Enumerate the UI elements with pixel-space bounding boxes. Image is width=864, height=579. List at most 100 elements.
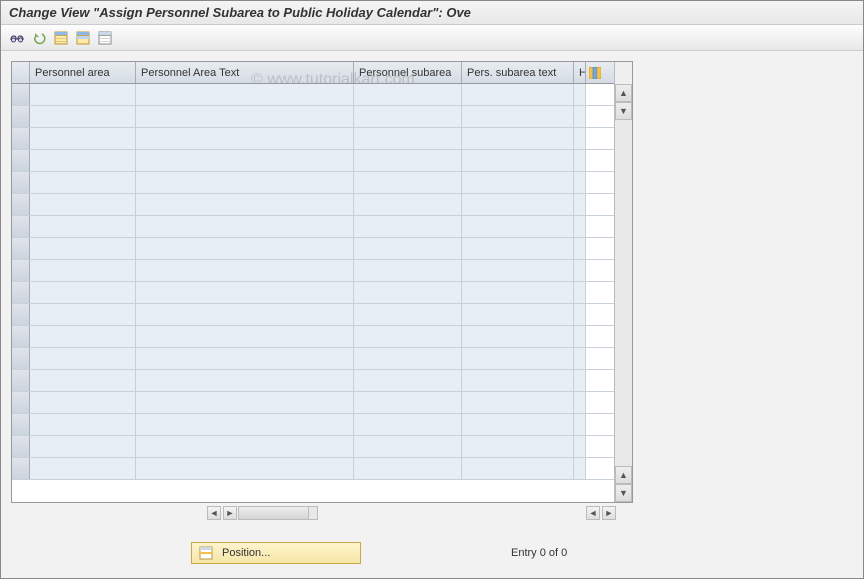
cell-h[interactable] xyxy=(574,436,586,457)
cell-pers-subarea-text[interactable] xyxy=(462,84,574,105)
row-selector[interactable] xyxy=(12,282,30,303)
cell-personnel-area[interactable] xyxy=(30,348,136,369)
cell-pers-subarea-text[interactable] xyxy=(462,172,574,193)
cell-h[interactable] xyxy=(574,348,586,369)
cell-personnel-subarea[interactable] xyxy=(354,392,462,413)
cell-personnel-area-text[interactable] xyxy=(136,238,354,259)
cell-h[interactable] xyxy=(574,370,586,391)
cell-h[interactable] xyxy=(574,260,586,281)
cell-personnel-subarea[interactable] xyxy=(354,128,462,149)
table-row[interactable] xyxy=(12,106,614,128)
cell-personnel-area-text[interactable] xyxy=(136,128,354,149)
cell-pers-subarea-text[interactable] xyxy=(462,150,574,171)
cell-pers-subarea-text[interactable] xyxy=(462,106,574,127)
cell-personnel-subarea[interactable] xyxy=(354,304,462,325)
row-selector[interactable] xyxy=(12,304,30,325)
scroll-up-button[interactable]: ▲ xyxy=(615,84,632,102)
table-row[interactable] xyxy=(12,260,614,282)
undo-button[interactable] xyxy=(29,28,49,48)
cell-personnel-area[interactable] xyxy=(30,150,136,171)
table-row[interactable] xyxy=(12,414,614,436)
hscroll-thumb[interactable] xyxy=(239,507,309,519)
cell-personnel-area[interactable] xyxy=(30,238,136,259)
table-row[interactable] xyxy=(12,436,614,458)
cell-h[interactable] xyxy=(574,84,586,105)
table-config-button[interactable] xyxy=(586,62,604,83)
table-row[interactable] xyxy=(12,172,614,194)
position-button[interactable]: Position... xyxy=(191,542,361,564)
cell-personnel-subarea[interactable] xyxy=(354,84,462,105)
cell-personnel-area-text[interactable] xyxy=(136,260,354,281)
cell-h[interactable] xyxy=(574,392,586,413)
scroll-right-button[interactable]: ► xyxy=(223,506,237,520)
cell-personnel-area-text[interactable] xyxy=(136,348,354,369)
cell-personnel-area-text[interactable] xyxy=(136,436,354,457)
cell-personnel-subarea[interactable] xyxy=(354,172,462,193)
cell-personnel-area-text[interactable] xyxy=(136,282,354,303)
cell-personnel-subarea[interactable] xyxy=(354,260,462,281)
row-selector[interactable] xyxy=(12,172,30,193)
scroll-down-button-2[interactable]: ▼ xyxy=(615,484,632,502)
cell-personnel-area-text[interactable] xyxy=(136,326,354,347)
cell-personnel-area[interactable] xyxy=(30,392,136,413)
cell-personnel-subarea[interactable] xyxy=(354,370,462,391)
scroll-right-button-2[interactable]: ► xyxy=(602,506,616,520)
cell-personnel-subarea[interactable] xyxy=(354,238,462,259)
row-selector[interactable] xyxy=(12,84,30,105)
cell-h[interactable] xyxy=(574,150,586,171)
row-selector[interactable] xyxy=(12,238,30,259)
scroll-up-button-2[interactable]: ▲ xyxy=(615,466,632,484)
cell-personnel-area[interactable] xyxy=(30,282,136,303)
row-selector[interactable] xyxy=(12,348,30,369)
cell-pers-subarea-text[interactable] xyxy=(462,128,574,149)
scroll-left-button[interactable]: ◄ xyxy=(207,506,221,520)
row-selector[interactable] xyxy=(12,150,30,171)
row-selector[interactable] xyxy=(12,458,30,479)
column-pers-subarea-text[interactable]: Pers. subarea text xyxy=(462,62,574,83)
table-row[interactable] xyxy=(12,84,614,106)
cell-pers-subarea-text[interactable] xyxy=(462,348,574,369)
select-block-button[interactable] xyxy=(73,28,93,48)
cell-h[interactable] xyxy=(574,216,586,237)
cell-personnel-area[interactable] xyxy=(30,194,136,215)
cell-h[interactable] xyxy=(574,414,586,435)
table-row[interactable] xyxy=(12,238,614,260)
cell-personnel-area-text[interactable] xyxy=(136,414,354,435)
row-selector[interactable] xyxy=(12,106,30,127)
cell-personnel-subarea[interactable] xyxy=(354,216,462,237)
column-personnel-subarea[interactable]: Personnel subarea xyxy=(354,62,462,83)
cell-pers-subarea-text[interactable] xyxy=(462,260,574,281)
cell-pers-subarea-text[interactable] xyxy=(462,326,574,347)
cell-personnel-area-text[interactable] xyxy=(136,304,354,325)
cell-h[interactable] xyxy=(574,326,586,347)
scroll-left-button-2[interactable]: ◄ xyxy=(586,506,600,520)
cell-personnel-area-text[interactable] xyxy=(136,150,354,171)
cell-personnel-area[interactable] xyxy=(30,172,136,193)
table-row[interactable] xyxy=(12,458,614,480)
cell-pers-subarea-text[interactable] xyxy=(462,194,574,215)
cell-h[interactable] xyxy=(574,282,586,303)
cell-personnel-subarea[interactable] xyxy=(354,282,462,303)
cell-personnel-area[interactable] xyxy=(30,304,136,325)
cell-personnel-subarea[interactable] xyxy=(354,414,462,435)
table-row[interactable] xyxy=(12,370,614,392)
column-personnel-area[interactable]: Personnel area xyxy=(30,62,136,83)
table-row[interactable] xyxy=(12,216,614,238)
cell-personnel-subarea[interactable] xyxy=(354,194,462,215)
cell-h[interactable] xyxy=(574,194,586,215)
cell-pers-subarea-text[interactable] xyxy=(462,392,574,413)
cell-personnel-area-text[interactable] xyxy=(136,172,354,193)
cell-pers-subarea-text[interactable] xyxy=(462,370,574,391)
table-row[interactable] xyxy=(12,128,614,150)
table-row[interactable] xyxy=(12,392,614,414)
table-row[interactable] xyxy=(12,150,614,172)
cell-personnel-area-text[interactable] xyxy=(136,106,354,127)
cell-personnel-area-text[interactable] xyxy=(136,216,354,237)
row-selector[interactable] xyxy=(12,392,30,413)
table-row[interactable] xyxy=(12,194,614,216)
cell-pers-subarea-text[interactable] xyxy=(462,304,574,325)
row-selector[interactable] xyxy=(12,216,30,237)
row-selector[interactable] xyxy=(12,436,30,457)
cell-pers-subarea-text[interactable] xyxy=(462,282,574,303)
table-row[interactable] xyxy=(12,282,614,304)
